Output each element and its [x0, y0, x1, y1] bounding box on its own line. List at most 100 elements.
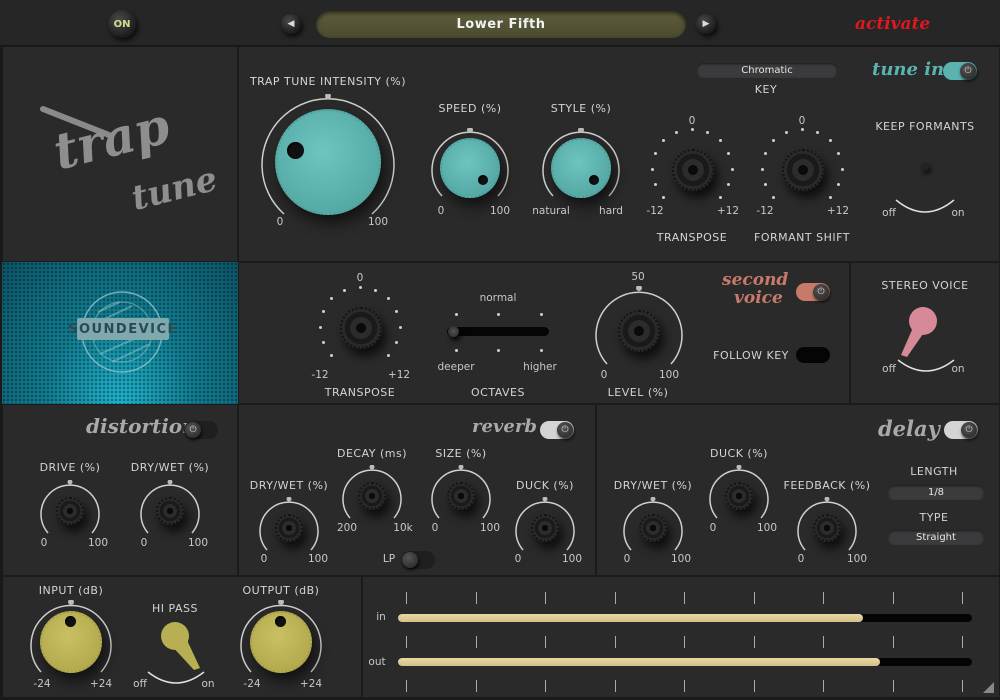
input-label: INPUT (dB)	[38, 584, 104, 597]
meter-out	[398, 658, 972, 666]
dist-drywet-max: 100	[187, 537, 209, 549]
rev-drywet-knob[interactable]	[258, 497, 320, 559]
decay-knob-cap	[358, 482, 386, 510]
stereo-voice-label: STEREO VOICE	[881, 279, 969, 292]
dist-drywet-label: DRY/WET (%)	[130, 461, 210, 474]
transpose-label: TRANSPOSE	[656, 231, 728, 244]
tune-in-toggle[interactable]: ⏻	[943, 62, 977, 80]
top-bar: ON ◀ Lower Fifth ▶ activate	[0, 0, 1000, 46]
sv-transpose-min: -12	[311, 369, 329, 381]
size-knob[interactable]	[430, 465, 492, 527]
octaves-slider[interactable]	[447, 326, 549, 337]
sv-transpose-label: TRANSPOSE	[324, 386, 396, 399]
step-dot	[690, 127, 694, 131]
transpose-knob[interactable]	[650, 127, 734, 211]
formant-shift-label: FORMANT SHIFT	[754, 231, 850, 244]
hi-pass-on: on	[201, 678, 215, 690]
preset-selector[interactable]: Lower Fifth	[316, 11, 686, 38]
rev-duck-knob[interactable]	[514, 497, 576, 559]
meter-tick	[823, 680, 824, 692]
type-dropdown[interactable]: Straight	[888, 530, 984, 545]
sv-transpose-knob[interactable]	[318, 285, 402, 369]
feedback-knob[interactable]	[796, 497, 858, 559]
lp-label: LP	[382, 553, 396, 565]
step-dot	[763, 152, 767, 156]
type-label: TYPE	[919, 511, 949, 524]
chevron-left-icon: ◀	[287, 19, 295, 29]
intensity-knob[interactable]	[260, 94, 396, 230]
length-dropdown[interactable]: 1/8	[888, 485, 984, 500]
formant-shift-knob[interactable]	[760, 127, 844, 211]
decay-label: DECAY (ms)	[336, 447, 408, 460]
meter-tick	[614, 592, 616, 604]
speed-knob[interactable]	[430, 128, 510, 208]
drive-label: DRIVE (%)	[39, 461, 101, 474]
sv-transpose-center: 0	[356, 272, 364, 284]
keep-formants-switch[interactable]	[921, 163, 929, 171]
meter-tick	[406, 636, 407, 648]
formant-max: +12	[826, 205, 850, 217]
level-knob-cap	[618, 310, 660, 352]
activate-link[interactable]: activate	[855, 14, 930, 34]
level-knob[interactable]	[594, 286, 684, 376]
decay-knob[interactable]	[341, 465, 403, 527]
step-dot	[718, 139, 722, 143]
lp-toggle[interactable]	[401, 551, 435, 569]
step-dot	[828, 195, 832, 199]
intensity-indicator	[287, 142, 304, 159]
tune-in-title: tune in	[872, 59, 945, 80]
input-knob[interactable]	[29, 600, 113, 684]
drive-knob[interactable]	[39, 480, 101, 542]
intensity-label: TRAP TUNE INTENSITY (%)	[249, 75, 407, 88]
octaves-label: OCTAVES	[471, 386, 525, 399]
meter-in-fill	[398, 614, 863, 622]
delay-duck-knob[interactable]	[708, 465, 770, 527]
second-voice-toggle[interactable]: ⏻	[796, 283, 830, 301]
hi-pass-lever[interactable]	[158, 620, 204, 672]
meter-tick	[962, 680, 963, 692]
follow-key-toggle[interactable]	[796, 347, 830, 363]
style-knob-cap	[551, 138, 611, 198]
step-dot	[343, 288, 347, 292]
style-label: STYLE (%)	[550, 102, 612, 115]
speed-max: 100	[489, 205, 511, 217]
feedback-min: 0	[797, 553, 805, 565]
resize-handle-icon[interactable]	[983, 682, 995, 694]
brand-name: SOUNDEVICE	[68, 318, 176, 340]
delay-drywet-knob[interactable]	[622, 497, 684, 559]
key-dropdown[interactable]: Chromatic	[697, 63, 837, 78]
speed-knob-cap	[440, 138, 500, 198]
meter-tick	[684, 680, 685, 692]
meter-tick	[614, 636, 616, 648]
step-dot	[330, 297, 334, 301]
size-max: 100	[479, 522, 501, 534]
step-dot	[840, 167, 844, 171]
logo-text-tune: tune	[127, 159, 222, 219]
step-dot	[398, 325, 402, 329]
next-preset-button[interactable]: ▶	[696, 14, 716, 34]
rev-duck-min: 0	[514, 553, 522, 565]
delay-toggle[interactable]: ⏻	[944, 421, 978, 439]
power-button[interactable]: ON	[108, 10, 136, 38]
reverb-toggle[interactable]: ⏻	[540, 421, 574, 439]
toggle-thumb	[402, 552, 418, 568]
input-indicator	[65, 616, 76, 627]
meter-tick	[545, 592, 546, 604]
distortion-toggle[interactable]: ⏻	[184, 421, 218, 439]
output-knob[interactable]	[239, 600, 323, 684]
meter-tick	[753, 636, 755, 648]
style-knob[interactable]	[541, 128, 621, 208]
prev-preset-button[interactable]: ◀	[281, 14, 301, 34]
hi-pass-label: HI PASS	[152, 602, 198, 615]
octaves-slider-thumb[interactable]	[448, 326, 459, 337]
step-dot	[730, 167, 734, 171]
decay-max: 10k	[393, 522, 413, 534]
second-voice-title-2: voice	[734, 288, 783, 308]
rev-drywet-label: DRY/WET (%)	[249, 479, 329, 492]
step-dot	[662, 139, 666, 143]
rev-duck-label: DUCK (%)	[516, 479, 574, 492]
stereo-voice-lever[interactable]	[895, 303, 945, 359]
dist-drywet-knob[interactable]	[139, 480, 201, 542]
step-dot	[358, 285, 362, 289]
octaves-right-label: higher	[523, 361, 557, 373]
